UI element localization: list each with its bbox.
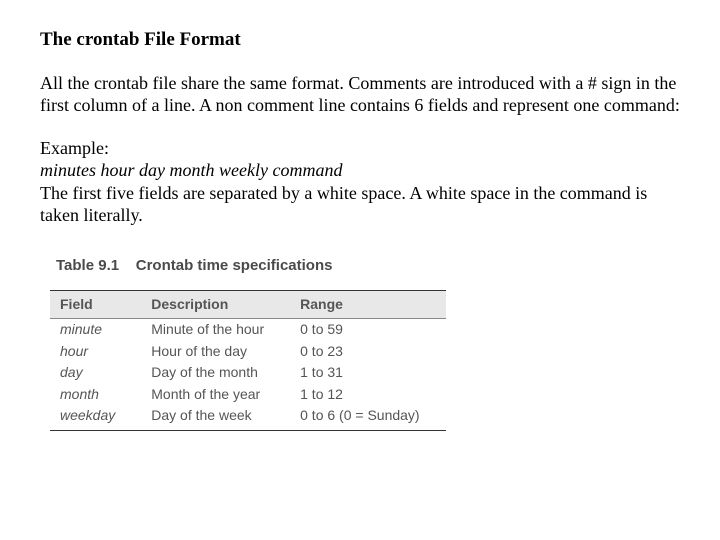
cell-desc: Day of the month xyxy=(141,362,290,384)
cell-range: 0 to 6 (0 = Sunday) xyxy=(290,405,445,430)
table-row: minute Minute of the hour 0 to 59 xyxy=(50,319,446,341)
example-label: Example: xyxy=(40,137,680,160)
followup-paragraph: The first five fields are separated by a… xyxy=(40,182,680,227)
col-range: Range xyxy=(290,290,445,319)
table-row: hour Hour of the day 0 to 23 xyxy=(50,341,446,363)
table-row: day Day of the month 1 to 31 xyxy=(50,362,446,384)
cell-field: minute xyxy=(50,319,141,341)
cell-field: weekday xyxy=(50,405,141,430)
table-area: Table 9.1 Crontab time specifications Fi… xyxy=(40,247,680,441)
format-line: minutes hour day month weekly command xyxy=(40,159,680,182)
table-caption-text: Crontab time specifications xyxy=(136,257,333,274)
cell-range: 0 to 59 xyxy=(290,319,445,341)
cell-field: hour xyxy=(50,341,141,363)
table-number: Table 9.1 xyxy=(56,257,119,274)
intro-paragraph: All the crontab file share the same form… xyxy=(40,72,680,117)
cell-desc: Minute of the hour xyxy=(141,319,290,341)
table-row: weekday Day of the week 0 to 6 (0 = Sund… xyxy=(50,405,446,430)
col-field: Field xyxy=(50,290,141,319)
table-row: month Month of the year 1 to 12 xyxy=(50,384,446,406)
cell-field: day xyxy=(50,362,141,384)
cell-desc: Month of the year xyxy=(141,384,290,406)
cell-desc: Day of the week xyxy=(141,405,290,430)
cell-desc: Hour of the day xyxy=(141,341,290,363)
slide: The crontab File Format All the crontab … xyxy=(0,0,720,461)
crontab-spec-table: Field Description Range minute Minute of… xyxy=(50,290,446,431)
cell-field: month xyxy=(50,384,141,406)
page-title: The crontab File Format xyxy=(40,28,680,52)
cell-range: 1 to 12 xyxy=(290,384,445,406)
cell-range: 1 to 31 xyxy=(290,362,445,384)
table-caption: Table 9.1 Crontab time specifications xyxy=(50,257,680,276)
col-desc: Description xyxy=(141,290,290,319)
cell-range: 0 to 23 xyxy=(290,341,445,363)
table-header-row: Field Description Range xyxy=(50,290,446,319)
